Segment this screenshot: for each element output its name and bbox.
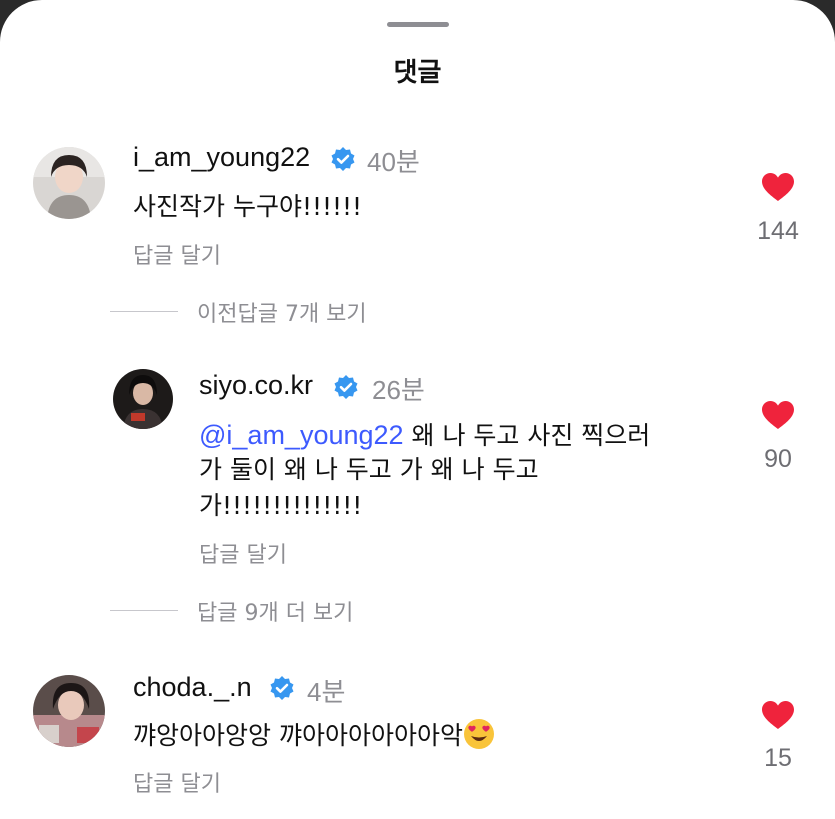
verified-badge-icon (270, 676, 294, 700)
comment-text-line: 가!!!!!!!!!!!!!! (199, 491, 363, 520)
like-count: 15 (764, 744, 792, 772)
verified-badge-icon (334, 375, 358, 399)
avatar[interactable] (113, 369, 173, 429)
reply-button[interactable]: 답글 달기 (133, 238, 221, 270)
heart-icon[interactable] (761, 700, 795, 730)
heart-icon[interactable] (761, 172, 795, 202)
mention-link[interactable]: @i_am_young22 (199, 420, 404, 450)
view-more-replies-button[interactable]: 답글 9개 더 보기 (197, 595, 353, 627)
username[interactable]: siyo.co.kr (199, 370, 313, 401)
verified-badge-icon (331, 147, 355, 171)
thread-divider (110, 610, 178, 611)
reply-button[interactable]: 답글 달기 (199, 537, 287, 569)
avatar[interactable] (33, 675, 105, 747)
comment-time: 40분 (367, 147, 420, 177)
comment-time: 26분 (372, 375, 425, 405)
comment-text-line: 가 둘이 왜 나 두고 가 왜 나 두고 (199, 455, 539, 484)
avatar[interactable] (33, 147, 105, 219)
comment-time: 4분 (307, 677, 346, 707)
heart-eyes-emoji-icon (463, 719, 494, 749)
heart-icon[interactable] (761, 400, 795, 430)
like-count: 144 (757, 217, 799, 245)
thread-divider (110, 311, 178, 312)
reply-button[interactable]: 답글 달기 (133, 766, 221, 798)
drag-handle[interactable] (387, 22, 449, 27)
comment-text: 왜 나 두고 사진 찍으러 (403, 421, 651, 450)
username[interactable]: i_am_young22 (133, 142, 310, 173)
comment-text-line: 꺄앙아아앙앙 꺄아아아아아아악 (133, 718, 495, 754)
view-previous-replies-button[interactable]: 이전답글 7개 보기 (197, 296, 367, 328)
comment-text-line: @i_am_young22 왜 나 두고 사진 찍으러 (199, 417, 650, 454)
username[interactable]: choda._.n (133, 672, 252, 703)
comment-text: 꺄앙아아앙앙 꺄아아아아아아악 (133, 721, 463, 750)
comments-sheet: 댓글 i_am_young22 40분 사진작가 누구야!!!!!! 답글 달기… (0, 0, 835, 819)
like-count: 90 (764, 445, 792, 473)
sheet-title: 댓글 (393, 58, 442, 88)
comment-text: 사진작가 누구야!!!!!! (133, 192, 363, 221)
